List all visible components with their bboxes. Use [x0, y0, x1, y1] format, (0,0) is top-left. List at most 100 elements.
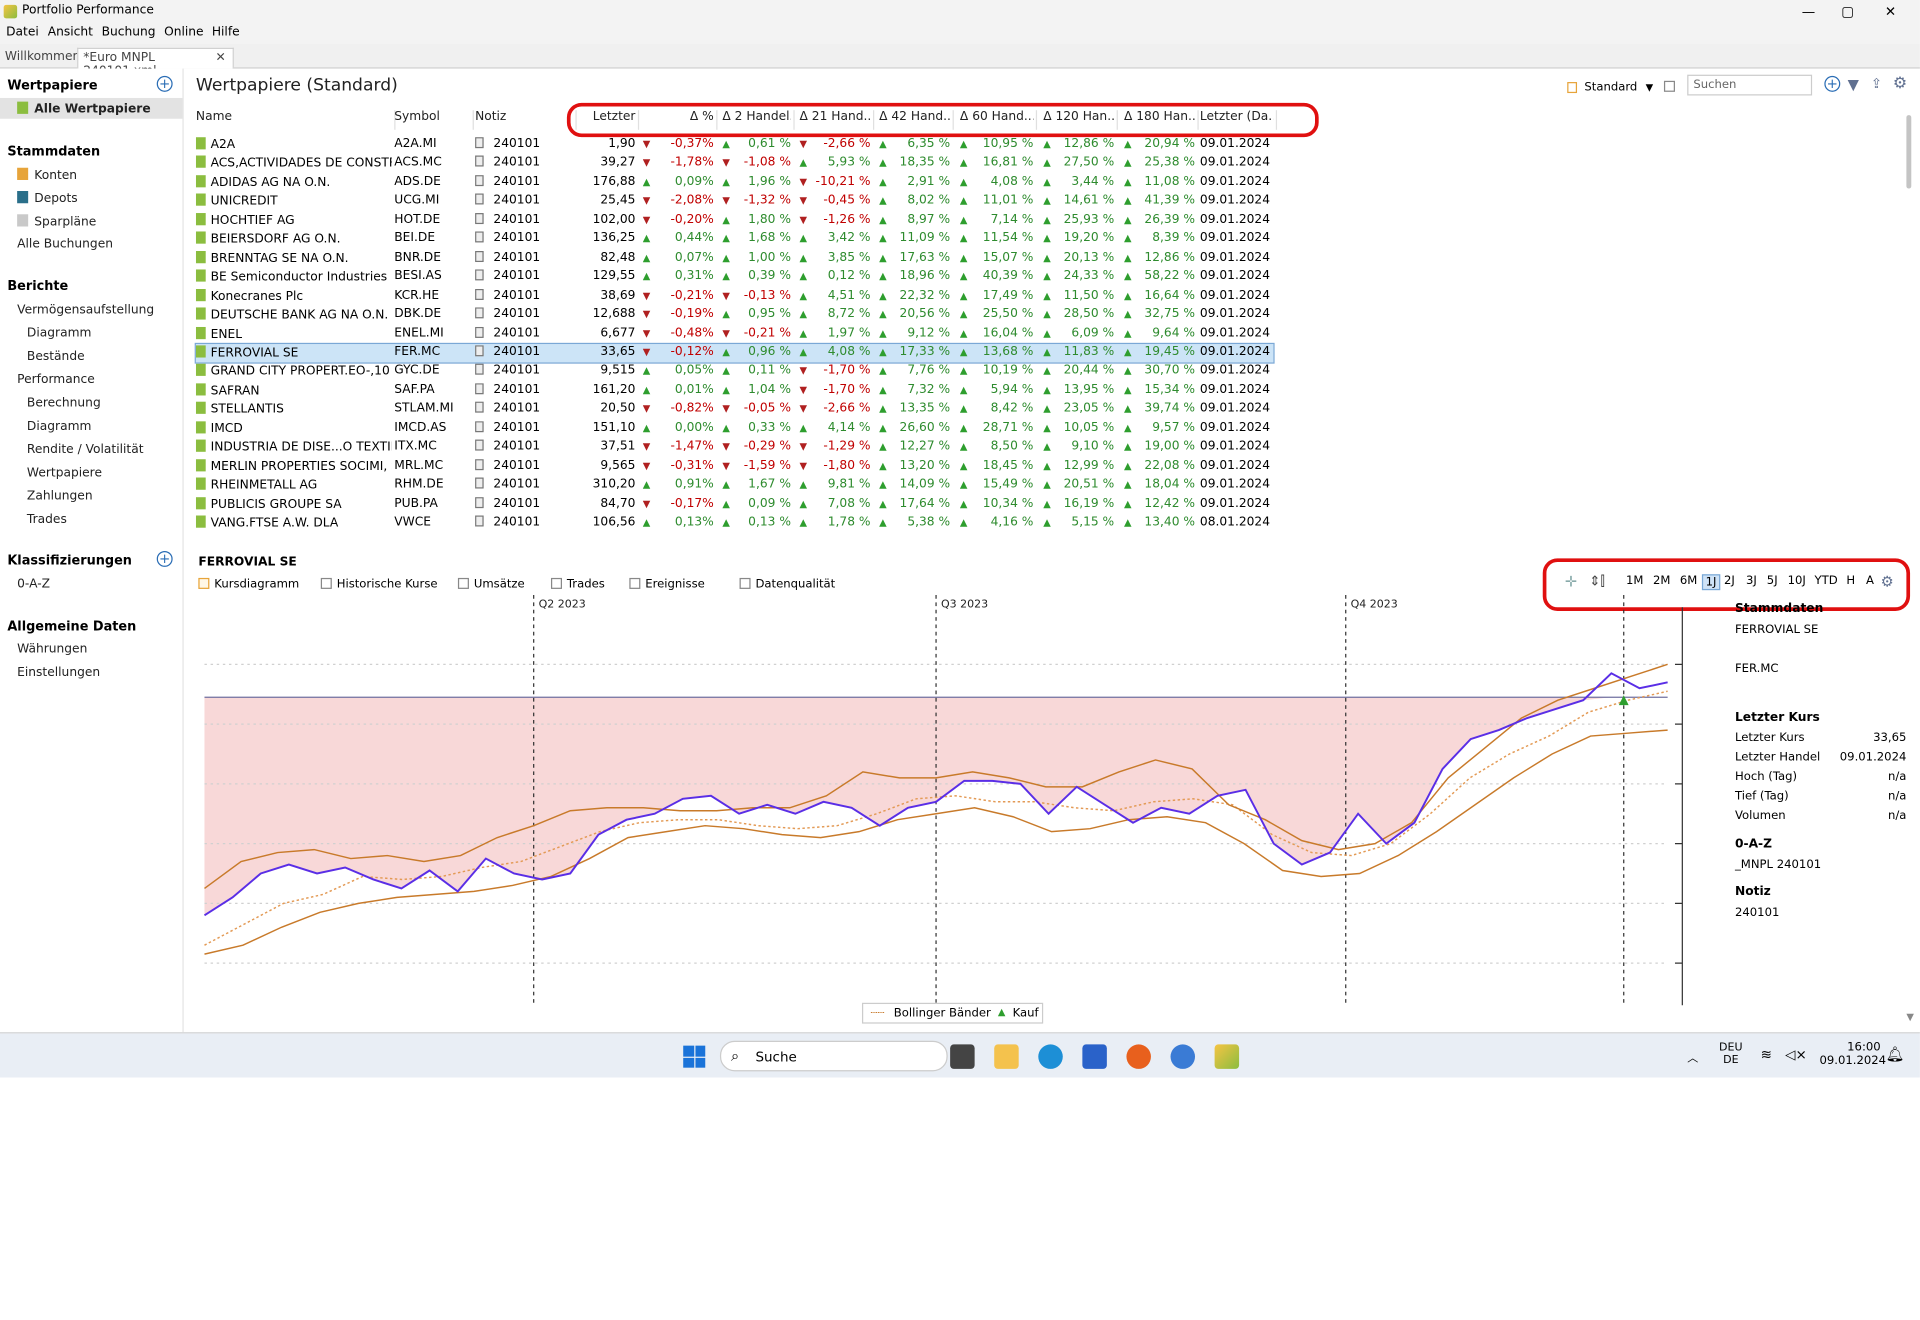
add-icon[interactable]: +	[1824, 75, 1841, 92]
add-classification-icon[interactable]: +	[156, 550, 173, 567]
sidebar-item-performance[interactable]: Performance	[17, 373, 95, 386]
table-row[interactable]: DEUTSCHE BANK AG NA O.N. DBK.DE 240101 12,6…	[195, 306, 1273, 325]
sidebar-item-bestaende[interactable]: Bestände	[27, 350, 85, 363]
checkbox-1[interactable]: Historische Kurse	[320, 577, 438, 591]
table-row[interactable]: HOCHTIEF AG HOT.DE 240101 102,00 ▼ -0,20% ▲ 1,8…	[195, 212, 1273, 231]
sidebar-item-depots[interactable]: Depots	[17, 191, 78, 206]
table-row[interactable]: IMCD IMCD.AS 240101 151,10 ▲ 0,00% ▲ 0,33 % ▲ 4,1…	[195, 420, 1273, 439]
file-explorer-icon[interactable]	[994, 1044, 1019, 1069]
export-icon[interactable]: ⇪	[1871, 76, 1882, 92]
speaker-icon[interactable]: ◁×	[1785, 1047, 1807, 1063]
table-row[interactable]: RHEINMETALL AG RHM.DE 240101 310,20 ▲ 0,91% ▲ 1…	[195, 476, 1273, 495]
price-chart[interactable]: 242628303234Q2 2023Q3 2023Q4 2023	[198, 595, 1692, 1011]
sidebar-item-konten[interactable]: Konten	[17, 167, 77, 182]
wifi-icon[interactable]: ≋	[1761, 1047, 1772, 1063]
checkbox-box[interactable]	[629, 577, 641, 589]
column-header[interactable]: Name	[196, 110, 392, 130]
language-indicator[interactable]: DEU DE	[1719, 1042, 1743, 1066]
browser-icon[interactable]	[1170, 1044, 1196, 1069]
table-row[interactable]: ENEL ENEL.MI 240101 6,677 ▼ -0,48% ▼ -0,21 % ▲ 1,…	[195, 325, 1273, 344]
portfolio-performance-icon[interactable]	[1214, 1044, 1240, 1069]
checkbox-box[interactable]	[457, 577, 469, 589]
checkbox-2[interactable]: Umsätze	[457, 577, 525, 591]
table-row[interactable]: BRENNTAG SE NA O.N. BNR.DE 240101 82,48 ▲ 0,0…	[195, 249, 1273, 268]
scroll-down-icon[interactable]: ▼	[1906, 1011, 1914, 1022]
close-window-button[interactable]: ✕	[1879, 2, 1901, 22]
table-row[interactable]: ACS,ACTIVIDADES DE CONSTR... ACS.MC 240101…	[195, 155, 1273, 174]
table-row[interactable]: ADIDAS AG NA O.N. ADS.DE 240101 176,88 ▲ 0,09…	[195, 174, 1273, 193]
table-scrollbar[interactable]	[1906, 115, 1912, 189]
checkbox-5[interactable]: Datenqualität	[739, 577, 835, 591]
edge-icon[interactable]	[1038, 1044, 1063, 1069]
view-dropdown-icon[interactable]: ▼	[1646, 82, 1654, 93]
column-header[interactable]: Symbol	[394, 110, 470, 130]
table-row[interactable]: VANG.FTSE A.W. DLA VWCE 240101 106,56 ▲ 0,13%…	[195, 514, 1273, 533]
table-row[interactable]: STELLANTIS STLAM.MI 240101 20,50 ▼ -0,82% ▼ -0,…	[195, 401, 1273, 420]
taskbar-search[interactable]: ⌕ Suche	[719, 1040, 948, 1072]
table-row[interactable]: A2A A2A.MI 240101 1,90 ▼ -0,37% ▲ 0,61 % ▼ -2,66 …	[195, 136, 1273, 155]
clock[interactable]: 16:00 09.01.2024	[1819, 1041, 1886, 1068]
security-name: VANG.FTSE A.W. DLA	[210, 516, 339, 531]
menu-hilfe[interactable]: Hilfe	[212, 26, 240, 39]
maximize-button[interactable]: ▢	[1837, 2, 1859, 22]
sidebar-item-vermoegensaufstellung[interactable]: Vermögensaufstellung	[17, 304, 154, 317]
checkbox-0[interactable]: Kursdiagramm	[198, 577, 299, 591]
checkbox-4[interactable]: Ereignisse	[629, 577, 705, 591]
table-row[interactable]: Konecranes Plc KCR.HE 240101 38,69 ▼ -0,21% ▼ -…	[195, 287, 1273, 306]
table-cell: ▲ 4,14 %	[800, 421, 871, 434]
table-cell: 08.01.2024	[1199, 515, 1271, 529]
table-row[interactable]: BEIERSDORF AG O.N. BEI.DE 240101 136,25 ▲ 0,4…	[195, 230, 1273, 249]
start-icon[interactable]	[683, 1045, 706, 1068]
sidebar-item-waehrungen[interactable]: Währungen	[17, 643, 87, 656]
chevron-up-icon[interactable]: ︿	[1687, 1049, 1698, 1065]
sidebar-item-wertpapiere-report[interactable]: Wertpapiere	[27, 466, 102, 479]
menu-online[interactable]: Online	[164, 26, 204, 39]
sidebar-item-trades[interactable]: Trades	[27, 513, 67, 526]
checkbox-box[interactable]	[320, 577, 332, 589]
checkbox-box[interactable]	[550, 577, 562, 589]
add-security-icon[interactable]: +	[156, 75, 173, 92]
sidebar-item-alle-wertpapiere[interactable]: Alle Wertpapiere	[0, 97, 183, 119]
filter-icon[interactable]: ▼	[1848, 76, 1859, 93]
close-tab-icon[interactable]: ✕	[215, 51, 225, 64]
store-icon[interactable]	[1082, 1044, 1107, 1069]
menu-buchung[interactable]: Buchung	[102, 26, 156, 39]
table-row[interactable]: BE Semiconductor Industries N.VBESI.AS 24…	[195, 268, 1273, 287]
sidebar-item-performance-diagramm[interactable]: Diagramm	[27, 420, 92, 433]
sidebar-item-einstellungen[interactable]: Einstellungen	[17, 666, 100, 679]
firefox-icon[interactable]	[1126, 1044, 1151, 1069]
view-selector[interactable]: Standard	[1584, 81, 1637, 94]
checkbox-3[interactable]: Trades	[550, 577, 605, 591]
menu-ansicht[interactable]: Ansicht	[48, 26, 93, 39]
search-input[interactable]: Suchen	[1687, 74, 1813, 96]
detail-title: FERROVIAL SE	[198, 555, 297, 570]
checkbox-box[interactable]	[739, 577, 751, 589]
table-row[interactable]: GRAND CITY PROPERT.EO-,10 GYC.DE 240101 9,5…	[195, 363, 1273, 382]
table-row[interactable]: INDUSTRIA DE DISE...O TEXTIL S.ITX.MC 240…	[195, 439, 1273, 458]
sidebar-item-berechnung[interactable]: Berechnung	[27, 397, 101, 410]
task-view-icon[interactable]	[950, 1044, 975, 1069]
tab-willkommen[interactable]: Willkommen	[0, 48, 85, 69]
minimize-button[interactable]: —	[1797, 2, 1819, 22]
sidebar-item-diagramm[interactable]: Diagramm	[27, 327, 92, 340]
arrow-up-icon: ▲	[959, 497, 968, 509]
table-row[interactable]: FERROVIAL SE FER.MC 240101 33,65 ▼ -0,12% ▲ 0,9…	[194, 342, 1275, 365]
sidebar-item-rendite-volatilitaet[interactable]: Rendite / Volatilität	[27, 443, 144, 456]
sidebar-item-sparplaene[interactable]: Sparpläne	[17, 214, 96, 229]
table-row[interactable]: PUBLICIS GROUPE SA PUB.PA 240101 84,70 ▼ -0,1…	[195, 495, 1273, 514]
sidebar-item-0-a-z[interactable]: 0-A-Z	[17, 578, 50, 591]
tab-portfolio-file[interactable]: *Euro MNPL 240101.xml ✕	[77, 47, 234, 78]
table-cell: INDUSTRIA DE DISE...O TEXTIL S.	[195, 439, 392, 454]
table-row[interactable]: UNICREDIT UCG.MI 240101 25,45 ▼ -2,08% ▼ -1,32 …	[195, 193, 1273, 212]
sidebar-item-alle-buchungen[interactable]: Alle Buchungen	[17, 238, 113, 251]
notification-icon[interactable]: 🔔︎	[1886, 1046, 1905, 1063]
change-value: 13,95 %	[1063, 383, 1115, 397]
checkbox-box[interactable]	[198, 577, 210, 589]
table-row[interactable]: MERLIN PROPERTIES SOCIMI, S... MRL.MC 2401…	[195, 457, 1273, 476]
menu-datei[interactable]: Datei	[6, 26, 39, 39]
table-row[interactable]: SAFRAN SAF.PA 240101 161,20 ▲ 0,01% ▲ 1,04 % ▼ -1…	[195, 382, 1273, 401]
window-icon[interactable]	[1663, 80, 1675, 92]
column-header[interactable]: Notiz	[475, 110, 573, 130]
settings-icon[interactable]: ⚙	[1893, 75, 1907, 93]
sidebar-item-zahlungen[interactable]: Zahlungen	[27, 490, 93, 503]
